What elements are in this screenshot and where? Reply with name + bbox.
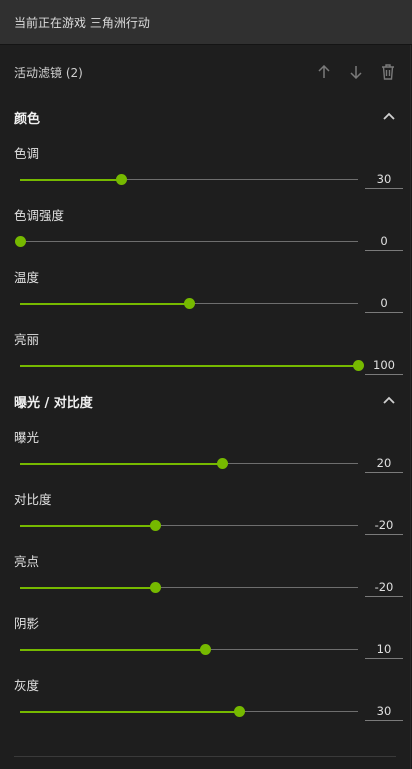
slider-track[interactable] bbox=[20, 520, 358, 531]
section-header[interactable]: 颜色 bbox=[0, 99, 410, 135]
filter-panel: 活动滤镜 (2) 颜色 色调 30 色调强度 0 温度 0 亮丽 100 曝光 / 对比度 曝光 20… bbox=[0, 45, 411, 769]
slider-track[interactable] bbox=[20, 458, 358, 469]
slider-control: 色调 30 bbox=[0, 135, 410, 197]
slider-value-field[interactable]: 20 bbox=[365, 454, 403, 473]
slider-value-field[interactable]: 100 bbox=[365, 356, 403, 375]
slider-value-field[interactable]: -20 bbox=[365, 578, 403, 597]
slider-label: 色调强度 bbox=[14, 208, 65, 223]
chevron-up-icon[interactable] bbox=[382, 110, 396, 124]
slider-fill bbox=[20, 462, 223, 465]
arrow-up-icon[interactable] bbox=[314, 62, 334, 82]
window-title-bar: 当前正在游戏 三角洲行动 bbox=[0, 0, 412, 45]
slider-control: 曝光 20 bbox=[0, 419, 410, 481]
slider-track[interactable] bbox=[20, 644, 358, 655]
slider-track[interactable] bbox=[14, 236, 358, 247]
slider-thumb[interactable] bbox=[183, 298, 195, 309]
slider-track[interactable] bbox=[20, 298, 358, 309]
section-title: 颜色 bbox=[14, 111, 41, 127]
slider-fill bbox=[20, 648, 206, 651]
slider-value-field[interactable]: 0 bbox=[365, 232, 403, 251]
section-header[interactable]: 曝光 / 对比度 bbox=[0, 383, 410, 419]
slider-label: 色调 bbox=[14, 146, 40, 161]
slider-value-field[interactable]: 30 bbox=[365, 170, 403, 189]
slider-label: 亮点 bbox=[14, 554, 40, 569]
slider-track[interactable] bbox=[20, 582, 358, 593]
slider-track[interactable] bbox=[20, 360, 364, 371]
trash-icon[interactable] bbox=[378, 62, 398, 82]
slider-value-field[interactable]: 0 bbox=[365, 294, 403, 313]
slider-value-field[interactable]: 30 bbox=[365, 702, 403, 721]
section-title: 曝光 / 对比度 bbox=[14, 395, 93, 411]
slider-fill bbox=[20, 178, 122, 181]
slider-thumb[interactable] bbox=[149, 520, 161, 531]
slider-thumb[interactable] bbox=[115, 174, 127, 185]
slider-fill bbox=[20, 586, 156, 589]
divider bbox=[14, 756, 396, 757]
slider-label: 阴影 bbox=[14, 616, 40, 631]
slider-value-field[interactable]: 10 bbox=[365, 640, 403, 659]
slider-label: 对比度 bbox=[14, 492, 52, 507]
chevron-up-icon[interactable] bbox=[382, 394, 396, 408]
slider-control: 灰度 30 bbox=[0, 667, 410, 729]
slider-value-field[interactable]: -20 bbox=[365, 516, 403, 535]
slider-label: 温度 bbox=[14, 270, 40, 285]
slider-control: 色调强度 0 bbox=[0, 197, 410, 259]
slider-thumb[interactable] bbox=[234, 706, 246, 717]
active-filters-label: 活动滤镜 (2) bbox=[14, 65, 83, 80]
slider-track[interactable] bbox=[20, 174, 358, 185]
arrow-down-icon[interactable] bbox=[346, 62, 366, 82]
slider-fill bbox=[20, 364, 358, 367]
slider-thumb[interactable] bbox=[200, 644, 212, 655]
slider-thumb[interactable] bbox=[149, 582, 161, 593]
slider-thumb[interactable] bbox=[14, 236, 26, 247]
slider-control: 对比度 -20 bbox=[0, 481, 410, 543]
active-filters-row: 活动滤镜 (2) bbox=[0, 45, 410, 99]
slider-track[interactable] bbox=[20, 706, 358, 717]
slider-label: 灰度 bbox=[14, 678, 40, 693]
slider-control: 亮点 -20 bbox=[0, 543, 410, 605]
slider-thumb[interactable] bbox=[352, 360, 364, 371]
slider-fill bbox=[20, 302, 189, 305]
slider-control: 阴影 10 bbox=[0, 605, 410, 667]
slider-fill bbox=[20, 524, 156, 527]
slider-control: 亮丽 100 bbox=[0, 321, 410, 383]
slider-label: 曝光 bbox=[14, 430, 40, 445]
slider-fill bbox=[20, 710, 240, 713]
slider-label: 亮丽 bbox=[14, 332, 40, 347]
window-title: 当前正在游戏 三角洲行动 bbox=[14, 15, 150, 30]
slider-control: 温度 0 bbox=[0, 259, 410, 321]
slider-thumb[interactable] bbox=[217, 458, 229, 469]
